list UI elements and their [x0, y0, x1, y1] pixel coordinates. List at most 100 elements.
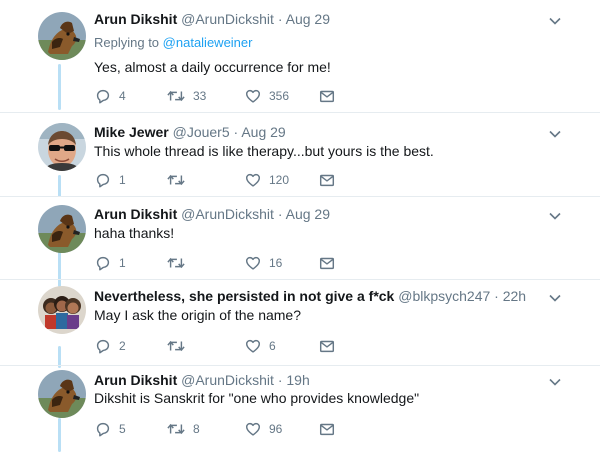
message-button[interactable] [318, 86, 336, 106]
chevron-down-icon[interactable] [548, 377, 562, 387]
message-button[interactable] [318, 170, 336, 190]
timestamp[interactable]: Aug 29 [286, 206, 330, 222]
author-name[interactable]: Arun Dikshit [94, 11, 177, 27]
heart-icon [244, 87, 262, 105]
heart-icon [244, 337, 262, 355]
author-handle[interactable]: @Jouer5 [173, 124, 230, 140]
tweet-actions: 1 16 [94, 253, 354, 273]
tweet[interactable]: Arun Dikshit @ArunDickshit · Aug 29 haha… [0, 197, 600, 280]
chevron-down-icon[interactable] [548, 211, 562, 221]
message-button[interactable] [318, 253, 336, 273]
retweet-button[interactable] [166, 336, 193, 356]
retweet-icon [166, 337, 186, 355]
separator-dot: · [277, 372, 283, 388]
timestamp[interactable]: 19h [286, 372, 309, 388]
tweet-actions: 1 120 [94, 170, 354, 190]
like-button[interactable]: 16 [244, 253, 282, 273]
tweet-text: Dikshit is Sanskrit for "one who provide… [94, 390, 420, 406]
envelope-icon [318, 420, 336, 438]
like-button[interactable]: 120 [244, 170, 289, 190]
reply-count: 1 [119, 173, 126, 187]
like-count: 120 [269, 173, 290, 187]
retweet-button[interactable]: 33 [166, 86, 206, 106]
retweet-button[interactable]: 8 [166, 419, 200, 439]
tweet[interactable]: Nevertheless, she persisted in not give … [0, 280, 600, 366]
tweet-actions: 4 33 356 [94, 86, 354, 106]
separator-dot: · [494, 288, 499, 304]
reply-count: 2 [119, 339, 126, 353]
avatar[interactable] [38, 370, 86, 418]
reply-count: 4 [119, 89, 126, 103]
like-button[interactable]: 6 [244, 336, 276, 356]
replying-to-label: Replying to [94, 35, 160, 50]
tweet-header: Arun Dikshit @ArunDickshit · Aug 29 [94, 205, 330, 223]
mention-link[interactable]: @natalieweiner [163, 35, 253, 50]
avatar[interactable] [38, 123, 86, 171]
reply-button[interactable]: 1 [94, 170, 126, 190]
chevron-down-icon[interactable] [548, 129, 562, 139]
author-handle[interactable]: @ArunDickshit [181, 206, 274, 222]
heart-icon [244, 420, 262, 438]
retweet-icon [166, 254, 186, 272]
timestamp[interactable]: 22h [503, 288, 526, 304]
avatar[interactable] [38, 12, 86, 60]
author-name[interactable]: Mike Jewer [94, 124, 169, 140]
tweet-header: Arun Dikshit @ArunDickshit · Aug 29 [94, 10, 330, 28]
tweet-header: Mike Jewer @Jouer5 · Aug 29 [94, 123, 286, 141]
tweet-text: haha thanks! [94, 225, 175, 241]
separator-dot: · [277, 11, 283, 27]
heart-icon [244, 171, 262, 189]
author-handle[interactable]: @ArunDickshit [181, 11, 274, 27]
tweet-header: Nevertheless, she persisted in not give … [94, 287, 526, 305]
reply-icon [94, 171, 112, 189]
timestamp[interactable]: Aug 29 [286, 11, 330, 27]
envelope-icon [318, 337, 336, 355]
reply-button[interactable]: 2 [94, 336, 126, 356]
retweet-icon [166, 420, 186, 438]
reply-icon [94, 254, 112, 272]
avatar[interactable] [38, 205, 86, 253]
envelope-icon [318, 87, 336, 105]
tweet[interactable]: Arun Dikshit @ArunDickshit · Aug 29 Repl… [0, 0, 600, 113]
reply-count: 5 [119, 422, 126, 436]
retweet-icon [166, 87, 186, 105]
tweet[interactable]: Arun Dikshit @ArunDickshit · 19h Dikshit… [0, 366, 600, 452]
like-count: 356 [269, 89, 290, 103]
author-name[interactable]: Arun Dikshit [94, 206, 177, 222]
envelope-icon [318, 254, 336, 272]
like-count: 16 [269, 256, 283, 270]
tweet[interactable]: Mike Jewer @Jouer5 · Aug 29 This whole t… [0, 113, 600, 197]
like-count: 6 [269, 339, 276, 353]
retweet-icon [166, 171, 186, 189]
separator-dot: · [277, 206, 283, 222]
reply-button[interactable]: 1 [94, 253, 126, 273]
author-name[interactable]: Arun Dikshit [94, 372, 177, 388]
retweet-button[interactable] [166, 253, 193, 273]
tweet-actions: 2 6 [94, 336, 354, 356]
author-handle[interactable]: @ArunDickshit [181, 372, 274, 388]
like-button[interactable]: 356 [244, 86, 289, 106]
tweet-actions: 5 8 96 [94, 419, 354, 439]
separator-dot: · [233, 124, 239, 140]
like-count: 96 [269, 422, 283, 436]
heart-icon [244, 254, 262, 272]
retweet-count: 33 [193, 89, 207, 103]
message-button[interactable] [318, 419, 336, 439]
chevron-down-icon[interactable] [548, 16, 562, 26]
reply-count: 1 [119, 256, 126, 270]
reply-button[interactable]: 4 [94, 86, 126, 106]
replying-to: Replying to @natalieweiner [94, 35, 252, 51]
tweet-text: Yes, almost a daily occurrence for me! [94, 59, 331, 75]
tweet-text: This whole thread is like therapy...but … [94, 143, 434, 159]
avatar[interactable] [38, 286, 86, 334]
reply-button[interactable]: 5 [94, 419, 126, 439]
message-button[interactable] [318, 336, 336, 356]
chevron-down-icon[interactable] [548, 293, 562, 303]
timestamp[interactable]: Aug 29 [241, 124, 285, 140]
envelope-icon [318, 171, 336, 189]
author-handle[interactable]: @blkpsych247 [398, 288, 490, 304]
like-button[interactable]: 96 [244, 419, 282, 439]
author-name[interactable]: Nevertheless, she persisted in not give … [94, 288, 394, 304]
retweet-button[interactable] [166, 170, 193, 190]
retweet-count: 8 [193, 422, 200, 436]
